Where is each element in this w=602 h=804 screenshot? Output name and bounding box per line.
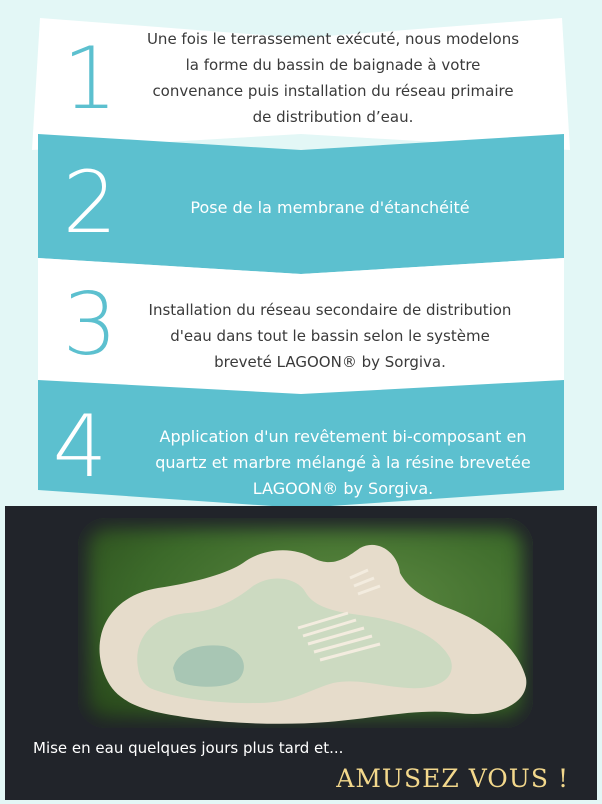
step-2-number: 2 [62,153,118,253]
step-3-line: Installation du réseau secondaire de dis… [148,301,512,319]
step-1-line: Une fois le terrassement exécuté, nous m… [146,30,520,48]
step-1-line: la forme du bassin de baignade à votre [185,56,481,74]
footer-caption: Mise en eau quelques jours plus tard et.… [33,739,344,757]
step-3-line: breveté LAGOON® by Sorgiva. [214,353,446,371]
step-1-line: convenance puis installation du réseau p… [152,82,514,100]
step-4-text: Application d'un revêtement bi-composant… [128,424,558,502]
step-4-line: LAGOON® by Sorgiva. [252,479,434,498]
pool-illustration [99,544,527,724]
step-2-line: Pose de la membrane d'étanchéité [190,198,470,217]
pool-photo [78,518,533,728]
step-1-line: de distribution d’eau. [252,108,414,126]
step-3-line: d'eau dans tout le bassin selon le systè… [170,327,490,345]
step-2-text: Pose de la membrane d'étanchéité [145,195,515,221]
step-3-text: Installation du réseau secondaire de dis… [125,297,535,375]
step-4-line: Application d'un revêtement bi-composant… [159,427,527,446]
step-4-line: quartz et marbre mélangé à la résine bre… [155,453,531,472]
footer-slogan: AMUSEZ VOUS ! [336,764,569,793]
pool-photo-panel: Mise en eau quelques jours plus tard et.… [5,506,597,800]
step-4-number: 4 [52,397,108,497]
step-1-text: Une fois le terrassement exécuté, nous m… [118,26,548,130]
